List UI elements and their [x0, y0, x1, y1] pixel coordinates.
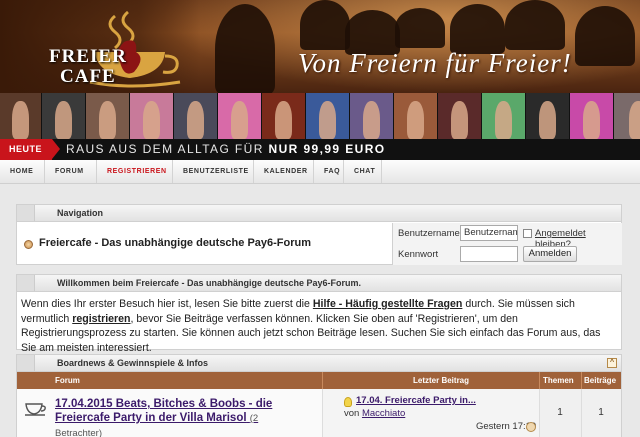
strip-photo[interactable]: [570, 93, 614, 139]
remember-me-checkbox[interactable]: [523, 229, 532, 238]
go-to-last-post-icon[interactable]: [526, 422, 536, 432]
column-posts: Beiträge: [584, 376, 617, 385]
strip-photo[interactable]: [350, 93, 394, 139]
today-badge: HEUTE: [0, 139, 60, 160]
strip-photo[interactable]: [614, 93, 640, 139]
last-post-author: von Macchiato: [344, 408, 405, 419]
login-button[interactable]: Anmelden: [523, 246, 577, 262]
strip-photo[interactable]: [526, 93, 570, 139]
strip-photo[interactable]: [130, 93, 174, 139]
navigation-block: Navigation Freiercafe - Das unabhängige …: [16, 204, 622, 265]
column-threads: Themen: [543, 376, 574, 385]
column-forum: Forum: [55, 376, 80, 385]
post-count: 1: [598, 407, 604, 418]
breadcrumb: Freiercafe - Das unabhängige deutsche Pa…: [17, 223, 392, 265]
faq-link[interactable]: Hilfe - Häufig gestellte Fragen: [313, 298, 463, 310]
strip-photo[interactable]: [42, 93, 86, 139]
photo-strip: [0, 93, 640, 139]
nav-tab-home[interactable]: Home: [0, 160, 45, 183]
forum-table-header: Forum Letzter Beitrag Themen Beiträge: [17, 372, 621, 389]
ticker-price: NUR 99,99 EURO: [268, 142, 386, 156]
username-label: Benutzername: [398, 228, 460, 239]
lightbulb-icon: [344, 397, 352, 407]
category-header[interactable]: Boardnews & Gewinnspiele & Infos ^: [17, 355, 621, 372]
logo-text-line1: FREIER: [49, 46, 127, 67]
nav-tab-memberlist[interactable]: Benutzerliste: [173, 160, 254, 183]
ticker-message: RAUS AUS DEM ALLTAG FÜR: [66, 142, 264, 156]
login-form: Benutzername Benutzername Angemeldet ble…: [392, 223, 622, 265]
author-link[interactable]: Macchiato: [362, 408, 405, 419]
welcome-title: Willkommen beim Freiercafe - Das unabhän…: [57, 278, 361, 288]
silhouette: [300, 0, 350, 50]
nav-tab-forum[interactable]: Forum: [45, 160, 97, 183]
site-logo[interactable]: FREIER CAFE: [20, 6, 200, 90]
strip-photo[interactable]: [218, 93, 262, 139]
forum-category-block: Boardnews & Gewinnspiele & Infos ^ Forum…: [16, 354, 622, 437]
strip-photo[interactable]: [394, 93, 438, 139]
welcome-block: Willkommen beim Freiercafe - Das unabhän…: [16, 274, 622, 354]
nav-tab-chat[interactable]: Chat: [344, 160, 382, 183]
welcome-header: Willkommen beim Freiercafe - Das unabhän…: [17, 275, 621, 292]
register-link[interactable]: registrieren: [72, 313, 130, 325]
silhouette: [215, 4, 275, 93]
username-input[interactable]: Benutzername: [460, 225, 518, 241]
forum-title-link[interactable]: 17.04.2015 Beats, Bitches & Boobs - die …: [55, 397, 295, 437]
strip-photo[interactable]: [306, 93, 350, 139]
forum-title[interactable]: 17.04.2015 Beats, Bitches & Boobs - die …: [55, 398, 272, 424]
strip-photo[interactable]: [0, 93, 42, 139]
forum-home-icon[interactable]: [24, 240, 33, 249]
nav-tab-faq[interactable]: FAQ: [314, 160, 344, 183]
site-header: FREIER CAFE Von Freiern für Freier!: [0, 0, 640, 93]
main-navigation: Home Forum Registrieren Benutzerliste Ka…: [0, 160, 640, 184]
nav-tab-register[interactable]: Registrieren: [97, 160, 173, 183]
strip-photo[interactable]: [86, 93, 130, 139]
welcome-text-1: Wenn dies Ihr erster Besuch hier ist, le…: [21, 298, 310, 310]
coffee-cup-icon: [25, 403, 46, 416]
password-label: Kennwort: [398, 249, 439, 260]
strip-photo[interactable]: [174, 93, 218, 139]
strip-photo[interactable]: [482, 93, 526, 139]
navigation-header: Navigation: [17, 205, 621, 222]
page-title[interactable]: Freiercafe - Das unabhängige deutsche Pa…: [39, 237, 311, 249]
last-post-link[interactable]: 17.04. Freiercafe Party in...: [356, 395, 476, 406]
thread-count: 1: [557, 407, 563, 418]
collapse-icon[interactable]: ^: [607, 358, 617, 368]
navigation-title: Navigation: [57, 208, 104, 218]
welcome-message: Wenn dies Ihr erster Besuch hier ist, le…: [17, 292, 621, 355]
silhouette: [450, 4, 505, 54]
silhouette: [395, 8, 445, 48]
strip-photo[interactable]: [438, 93, 482, 139]
silhouette: [505, 0, 565, 50]
silhouette: [575, 6, 635, 66]
header-slogan: Von Freiern für Freier!: [298, 48, 572, 78]
strip-photo[interactable]: [262, 93, 306, 139]
promo-ticker[interactable]: HEUTE RAUS AUS DEM ALLTAG FÜR NUR 99,99 …: [0, 139, 640, 160]
table-row: 17.04.2015 Beats, Bitches & Boobs - die …: [17, 389, 621, 437]
column-last-post: Letzter Beitrag: [413, 376, 470, 385]
ticker-text: RAUS AUS DEM ALLTAG FÜR NUR 99,99 EURO: [66, 139, 386, 160]
nav-tab-calendar[interactable]: Kalender: [254, 160, 314, 183]
last-post-by-label: von: [344, 408, 360, 419]
category-title[interactable]: Boardnews & Gewinnspiele & Infos: [57, 358, 208, 368]
logo-text-line2: CAFE: [60, 66, 116, 87]
password-input[interactable]: [460, 246, 518, 262]
